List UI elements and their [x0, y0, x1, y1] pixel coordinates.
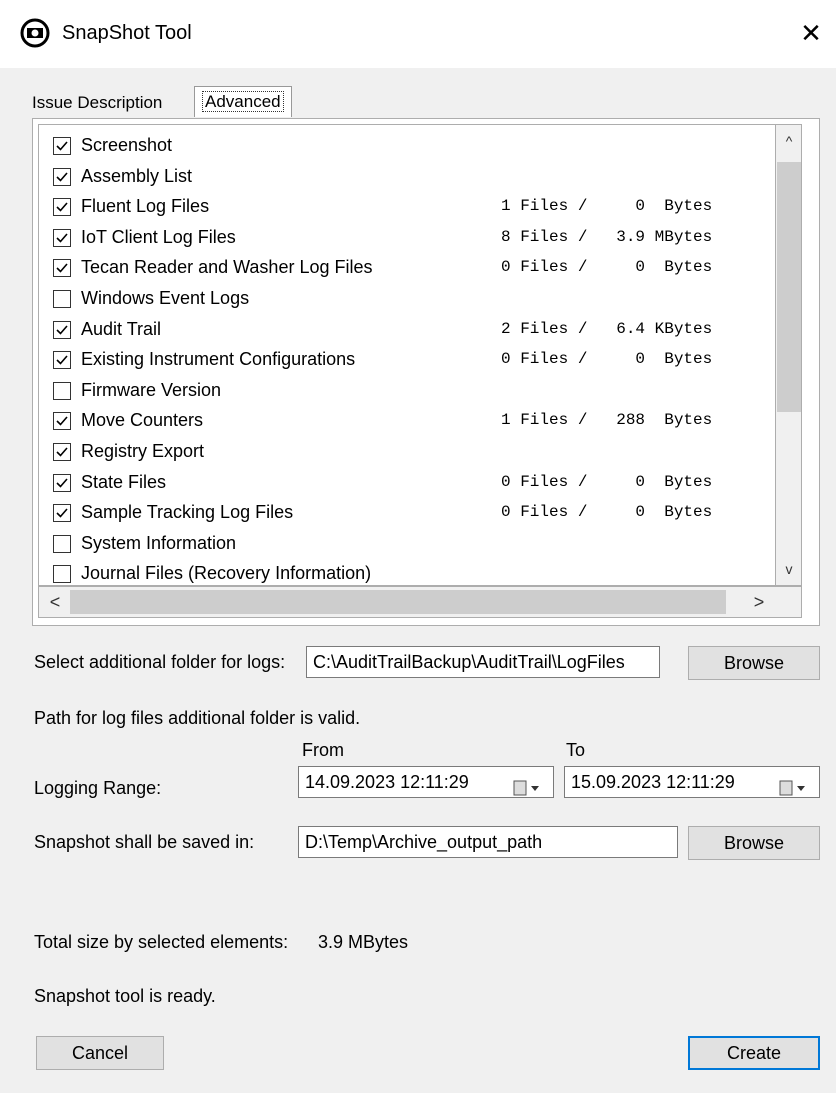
scroll-left-button[interactable]: < [40, 588, 70, 616]
checkbox-unchecked[interactable] [53, 565, 71, 584]
checklist-item-label: Journal Files (Recovery Information) [81, 563, 372, 584]
checkbox-checked[interactable] [53, 443, 71, 461]
checkbox-unchecked[interactable] [53, 290, 71, 308]
checkbox-unchecked[interactable] [53, 381, 71, 400]
checklist-item-size: 0 Files / 0 Bytes [501, 503, 713, 522]
checklist-item-size: 0 Files / 0 Bytes [501, 350, 713, 369]
checklist-item[interactable]: Registry Export [49, 437, 773, 467]
checklist-item[interactable]: Audit Trail 2 Files / 6.4 KBytes [49, 315, 773, 345]
checklist-item[interactable]: Firmware Version [49, 376, 773, 406]
browse-save-path-button[interactable]: Browse [688, 826, 820, 860]
checklist-item-size: 1 Files / 288 Bytes [501, 411, 713, 430]
checklist-item-label: Move Counters [81, 410, 204, 431]
checklist-item-label: Windows Event Logs [81, 288, 250, 308]
calendar-dropdown-icon[interactable] [779, 775, 807, 796]
app-logo-icon [20, 18, 50, 48]
checklist-item-label: Existing Instrument Configurations [81, 349, 356, 370]
tab-advanced-label: Advanced [202, 91, 284, 112]
scroll-right-button[interactable]: > [744, 588, 774, 616]
checkmark-icon [56, 355, 68, 365]
window-title: SnapShot Tool [62, 22, 192, 44]
checklist-item-size: 0 Files / 0 Bytes [501, 258, 713, 277]
checklist-item[interactable]: IoT Client Log Files 8 Files / 3.9 MBytes [49, 223, 773, 253]
checkmark-icon [56, 141, 68, 151]
to-label: To [566, 740, 586, 760]
tab-advanced[interactable]: Advanced [194, 86, 292, 117]
from-date-value: 14.09.2023 12:11:29 [305, 772, 469, 792]
checkmark-icon [56, 508, 68, 518]
checkbox-checked[interactable] [53, 228, 71, 247]
checklist-item-label: Tecan Reader and Washer Log Files [81, 257, 373, 278]
additional-folder-input[interactable]: C:\AuditTrailBackup\AuditTrail\LogFiles [306, 646, 660, 678]
checklist-item[interactable]: Journal Files (Recovery Information) [49, 559, 773, 585]
tab-issue-description[interactable]: Issue Description [32, 88, 162, 118]
additional-folder-label: Select additional folder for logs: [34, 652, 286, 672]
to-date-value: 15.09.2023 12:11:29 [571, 772, 735, 792]
checklist-item-label: Registry Export [81, 441, 205, 461]
checklist-item-label: IoT Client Log Files [81, 226, 236, 247]
from-date-picker[interactable]: 14.09.2023 12:11:29 [298, 766, 554, 798]
checklist-item-label: Assembly List [81, 165, 193, 186]
horizontal-scroll-thumb[interactable] [70, 590, 726, 614]
checklist-item[interactable]: Tecan Reader and Washer Log Files 0 Files… [49, 253, 773, 283]
checklist-item[interactable]: Sample Tracking Log Files 0 Files / 0 Byt… [49, 498, 773, 528]
checklist-item[interactable]: Windows Event Logs [49, 284, 773, 314]
checklist-item[interactable]: System Information [49, 529, 773, 559]
scroll-down-button[interactable]: v [777, 554, 801, 584]
save-path-label: Snapshot shall be saved in: [34, 832, 255, 852]
checklist-item-size: 8 Files / 3.9 MBytes [501, 227, 713, 246]
checklist-item-label: Audit Trail [81, 318, 162, 339]
checkbox-checked[interactable] [53, 473, 71, 492]
checklist-item[interactable]: Screenshot [49, 131, 773, 161]
calendar-dropdown-icon[interactable] [513, 775, 541, 796]
vertical-scroll-thumb[interactable] [777, 162, 801, 412]
checklist-item-size: 1 Files / 0 Bytes [501, 197, 713, 216]
checklist-item[interactable]: Assembly List [49, 162, 773, 192]
checkbox-checked[interactable] [53, 351, 71, 370]
checkbox-checked[interactable] [53, 504, 71, 523]
checkbox-checked[interactable] [53, 412, 71, 431]
checkmark-icon [56, 325, 68, 335]
scroll-up-button[interactable]: ^ [777, 126, 801, 156]
checkmark-icon [56, 478, 68, 488]
checkmark-icon [56, 233, 68, 243]
browse-additional-folder-button[interactable]: Browse [688, 646, 820, 680]
from-label: From [302, 740, 344, 760]
checkbox-checked[interactable] [53, 137, 71, 155]
checklist-item-label: State Files [81, 471, 167, 492]
checklist-item[interactable]: State Files 0 Files / 0 Bytes [49, 468, 773, 498]
create-button[interactable]: Create [688, 1036, 820, 1070]
checklist-item-label: Firmware Version [81, 379, 222, 400]
checkbox-checked[interactable] [53, 167, 71, 186]
checklist-item-label: System Information [81, 532, 237, 553]
checkmark-icon [56, 416, 68, 427]
to-date-picker[interactable]: 15.09.2023 12:11:29 [564, 766, 820, 798]
checkbox-checked[interactable] [53, 320, 71, 339]
checklist-item-label: Fluent Log Files [81, 196, 210, 217]
checklist-item[interactable]: Fluent Log Files 1 Files / 0 Bytes [49, 192, 773, 222]
cancel-button[interactable]: Cancel [36, 1036, 164, 1070]
checkbox-checked[interactable] [53, 198, 71, 217]
status-text: Snapshot tool is ready. [34, 986, 216, 1006]
checkmark-icon [56, 172, 68, 182]
checkmark-icon [56, 263, 68, 274]
checklist-item-label: Sample Tracking Log Files [81, 502, 294, 523]
close-button[interactable]: ✕ [796, 16, 826, 50]
checklist-item-size: 2 Files / 6.4 KBytes [501, 319, 713, 338]
items-checklist[interactable]: Screenshot Assembly List Fluent Log Files 1… [38, 124, 776, 586]
checkbox-checked[interactable] [53, 259, 71, 278]
path-status-text: Path for log files additional folder is … [34, 708, 361, 728]
checklist-item[interactable]: Existing Instrument Configurations 0 File… [49, 345, 773, 375]
checklist-item[interactable]: Move Counters 1 Files / 288 Bytes [49, 406, 773, 436]
checkmark-icon [56, 447, 68, 457]
save-path-input[interactable]: D:\Temp\Archive_output_path [298, 826, 678, 858]
logging-range-label: Logging Range: [34, 778, 162, 798]
total-size-label: Total size by selected elements: [34, 932, 289, 952]
checklist-item-size: 0 Files / 0 Bytes [501, 472, 713, 491]
checkmark-icon [56, 202, 68, 212]
checkbox-unchecked[interactable] [53, 534, 71, 553]
checklist-item-label: Screenshot [81, 135, 173, 155]
total-size-value: 3.9 MBytes [318, 932, 409, 952]
